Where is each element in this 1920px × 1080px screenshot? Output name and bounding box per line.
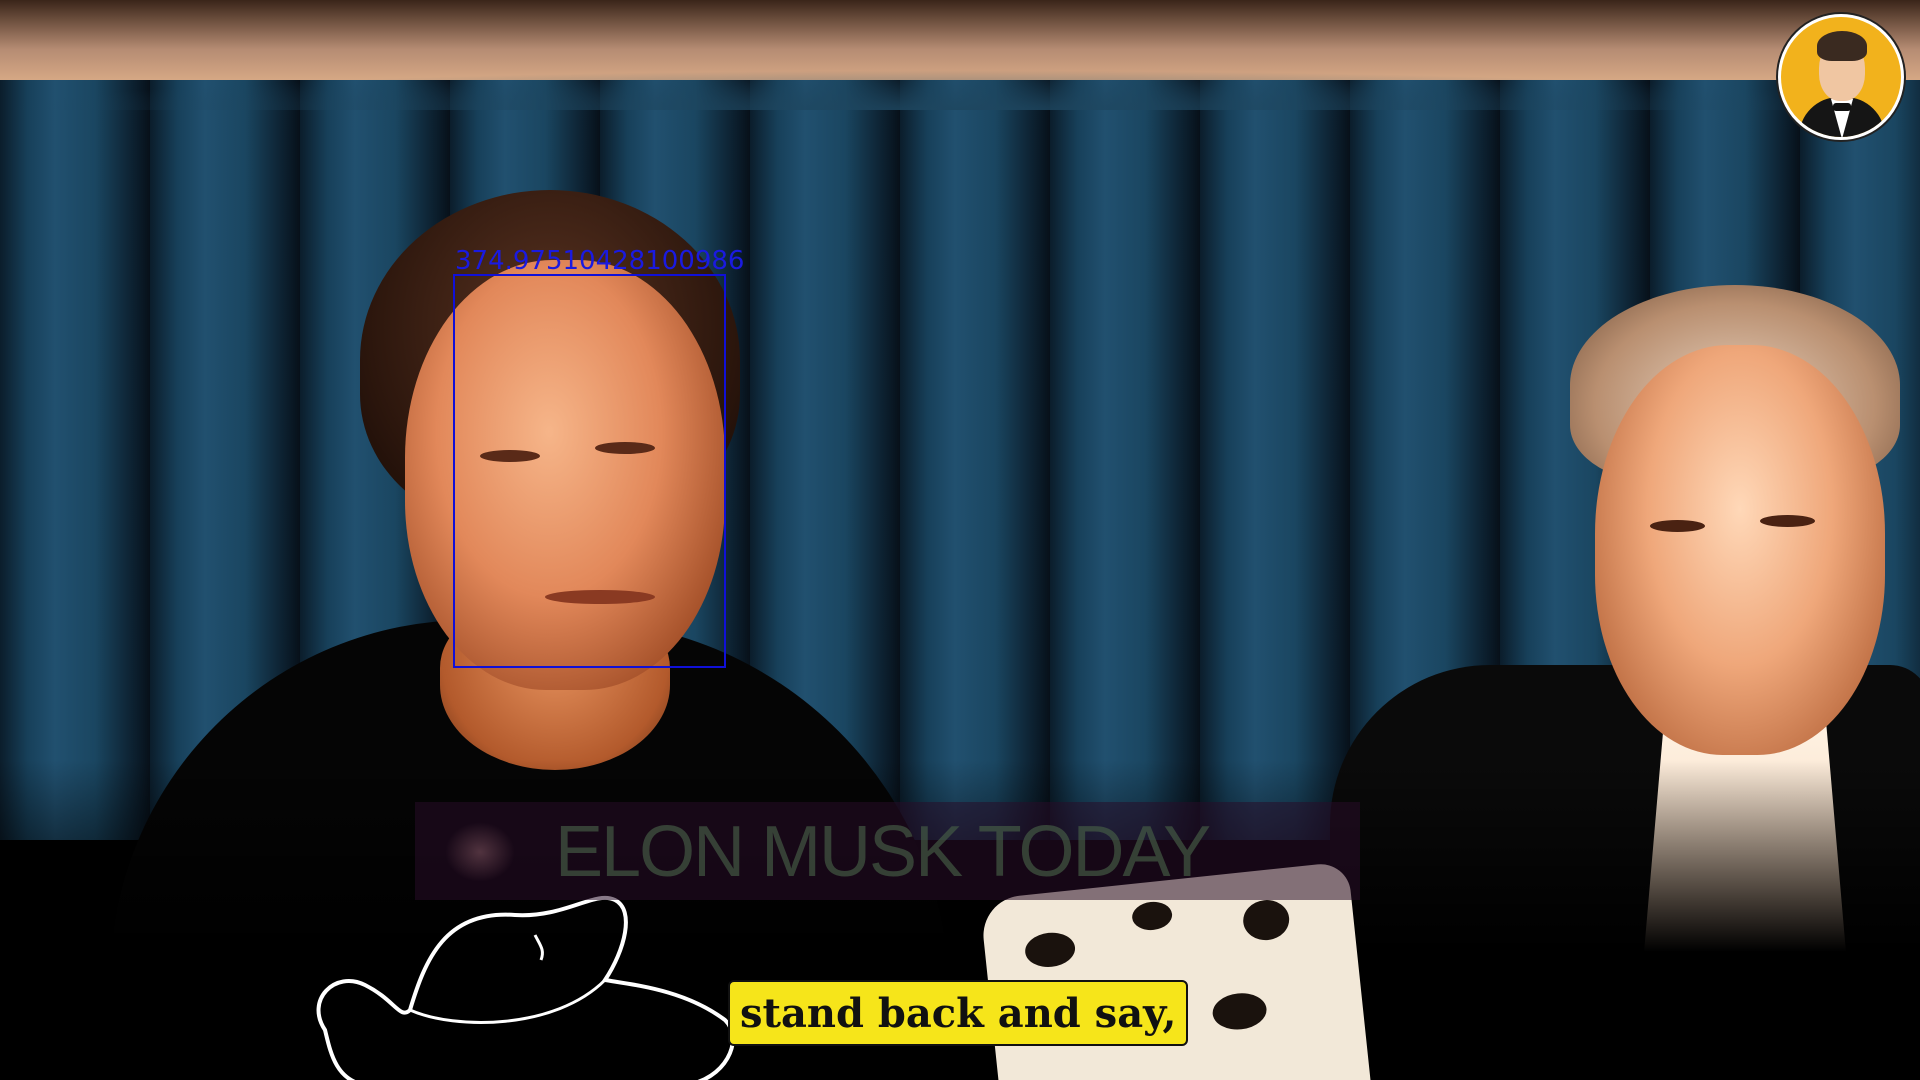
face-detection-box [453, 274, 726, 668]
watermark-text: ELON MUSK TODAY [555, 812, 1211, 892]
person-right-face [1595, 345, 1885, 755]
person-right-eye [1760, 515, 1815, 527]
watermark-logo-icon [445, 822, 515, 882]
video-frame: ELON MUSK TODAY 374.97510428100986 stand… [0, 0, 1920, 1080]
curtain-top-shade [0, 70, 1920, 110]
channel-avatar-icon[interactable] [1778, 14, 1904, 140]
cowboy-hat-icon [316, 895, 735, 1080]
channel-watermark: ELON MUSK TODAY [415, 802, 1360, 900]
detection-score-label: 374.97510428100986 [455, 246, 745, 276]
person-right-eye [1650, 520, 1705, 532]
subtitle-caption: stand back and say, [728, 980, 1189, 1046]
subtitle-text: stand back and say, [740, 989, 1177, 1037]
